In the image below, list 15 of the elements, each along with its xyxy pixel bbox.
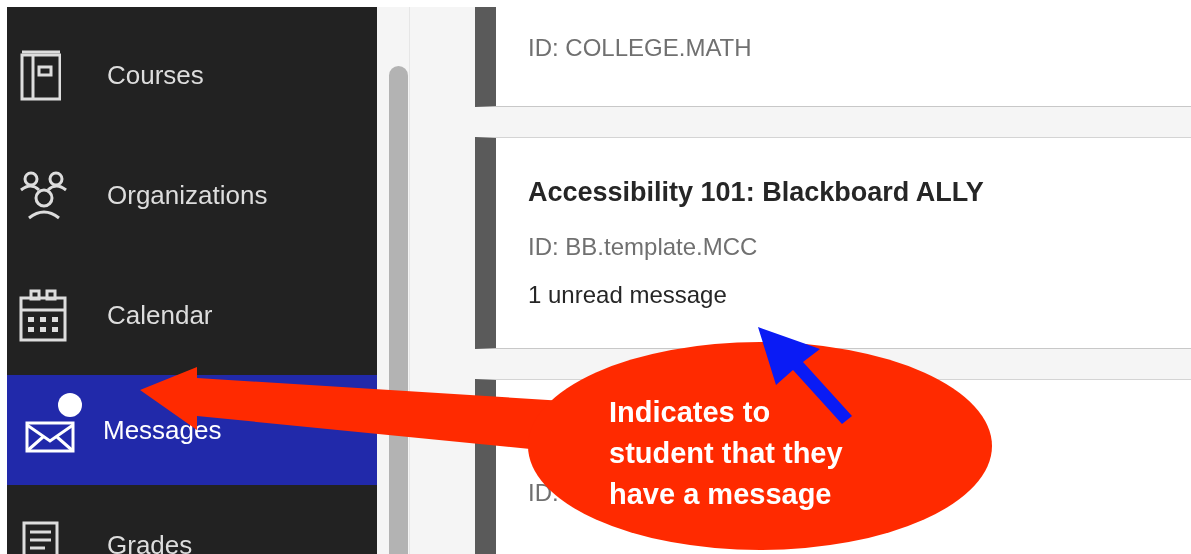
calendar-icon (19, 288, 67, 342)
course-title[interactable]: Accessibility 101: Blackboard ALLY (528, 174, 1191, 210)
course-id: ID: COLLEGE.MATH (528, 33, 752, 63)
sidebar-item[interactable]: Grades (7, 485, 377, 554)
sidebar-item[interactable]: Calendar (7, 255, 377, 375)
annotation-text: Indicates to student that they have a message (609, 395, 844, 512)
course-card[interactable]: ID: COLLEGE.MATH (475, 7, 1191, 107)
course-id: ID: BB.template.MCC (528, 232, 758, 262)
people-icon (19, 170, 69, 220)
sidebar-item[interactable]: Courses (7, 15, 377, 135)
scrollbar-thumb[interactable] (389, 66, 408, 554)
sidebar-item[interactable]: Organizations (7, 135, 377, 255)
book-icon (19, 49, 61, 101)
course-card[interactable]: Accessibility 101: Blackboard ALLY ID: BB.template.MCC 1 unread message (475, 137, 1191, 349)
unread-message-count[interactable]: 1 unread message (528, 278, 1191, 312)
